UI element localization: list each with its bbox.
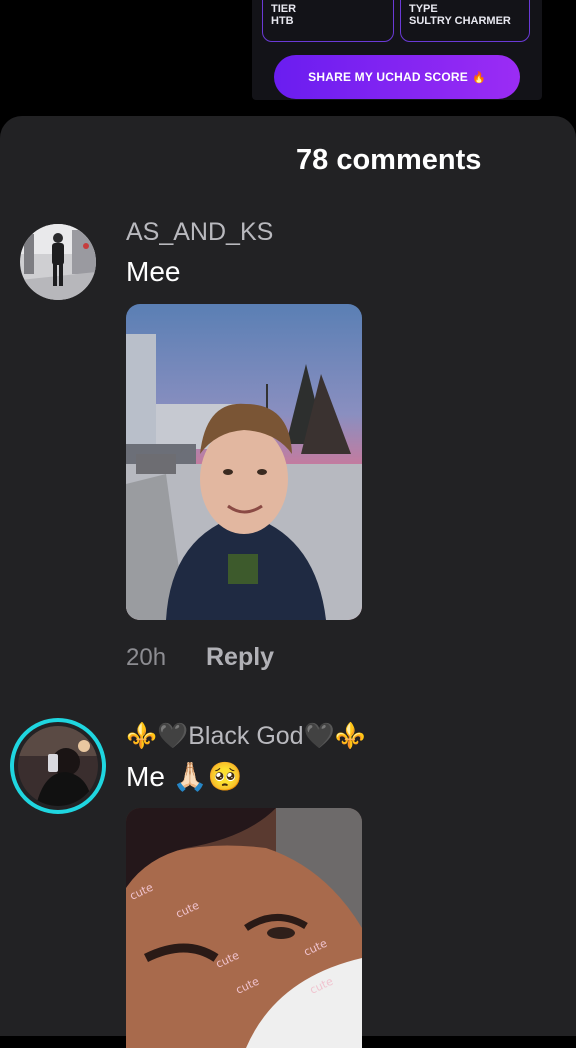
- comment-username[interactable]: ⚜️🖤Black God🖤⚜️: [126, 722, 366, 751]
- share-button-label: SHARE MY UCHAD SCORE: [308, 70, 468, 84]
- comments-count: 78 comments: [296, 144, 482, 176]
- comments-sheet: 78 comments AS_AND_KS Mee 20h Reply ⚜️🖤B…: [0, 116, 576, 1048]
- closeup-photo-icon: cute cute cute cute cute cute: [126, 808, 362, 1048]
- comment-time: 20h: [126, 644, 167, 671]
- type-label: TYPE: [409, 3, 438, 15]
- reply-button[interactable]: Reply: [206, 643, 274, 672]
- comment-username[interactable]: AS_AND_KS: [126, 218, 273, 247]
- avatar[interactable]: [10, 718, 106, 814]
- fire-icon: 🔥: [471, 71, 486, 84]
- tier-label: TIER: [271, 3, 297, 15]
- person-standing-photo-icon: [20, 224, 96, 300]
- tier-box: TIER HTB: [262, 0, 394, 42]
- comment-photo[interactable]: [126, 304, 362, 620]
- comment-photo[interactable]: cute cute cute cute cute cute: [126, 808, 362, 1048]
- type-box: TYPE SULTRY CHARMER: [400, 0, 530, 42]
- comment-text: Mee: [126, 256, 181, 287]
- share-score-button[interactable]: SHARE MY UCHAD SCORE 🔥: [274, 55, 520, 99]
- selfie-photo-sunset-icon: [126, 304, 362, 620]
- avatar[interactable]: [20, 224, 96, 300]
- type-value: SULTRY CHARMER: [409, 15, 511, 27]
- score-card: TIER HTB TYPE SULTRY CHARMER SHARE MY UC…: [252, 0, 542, 100]
- comment-text: Me 🙏🏻🥺: [126, 761, 243, 792]
- mirror-selfie-photo-icon: [18, 726, 98, 806]
- tier-value: HTB: [271, 15, 294, 27]
